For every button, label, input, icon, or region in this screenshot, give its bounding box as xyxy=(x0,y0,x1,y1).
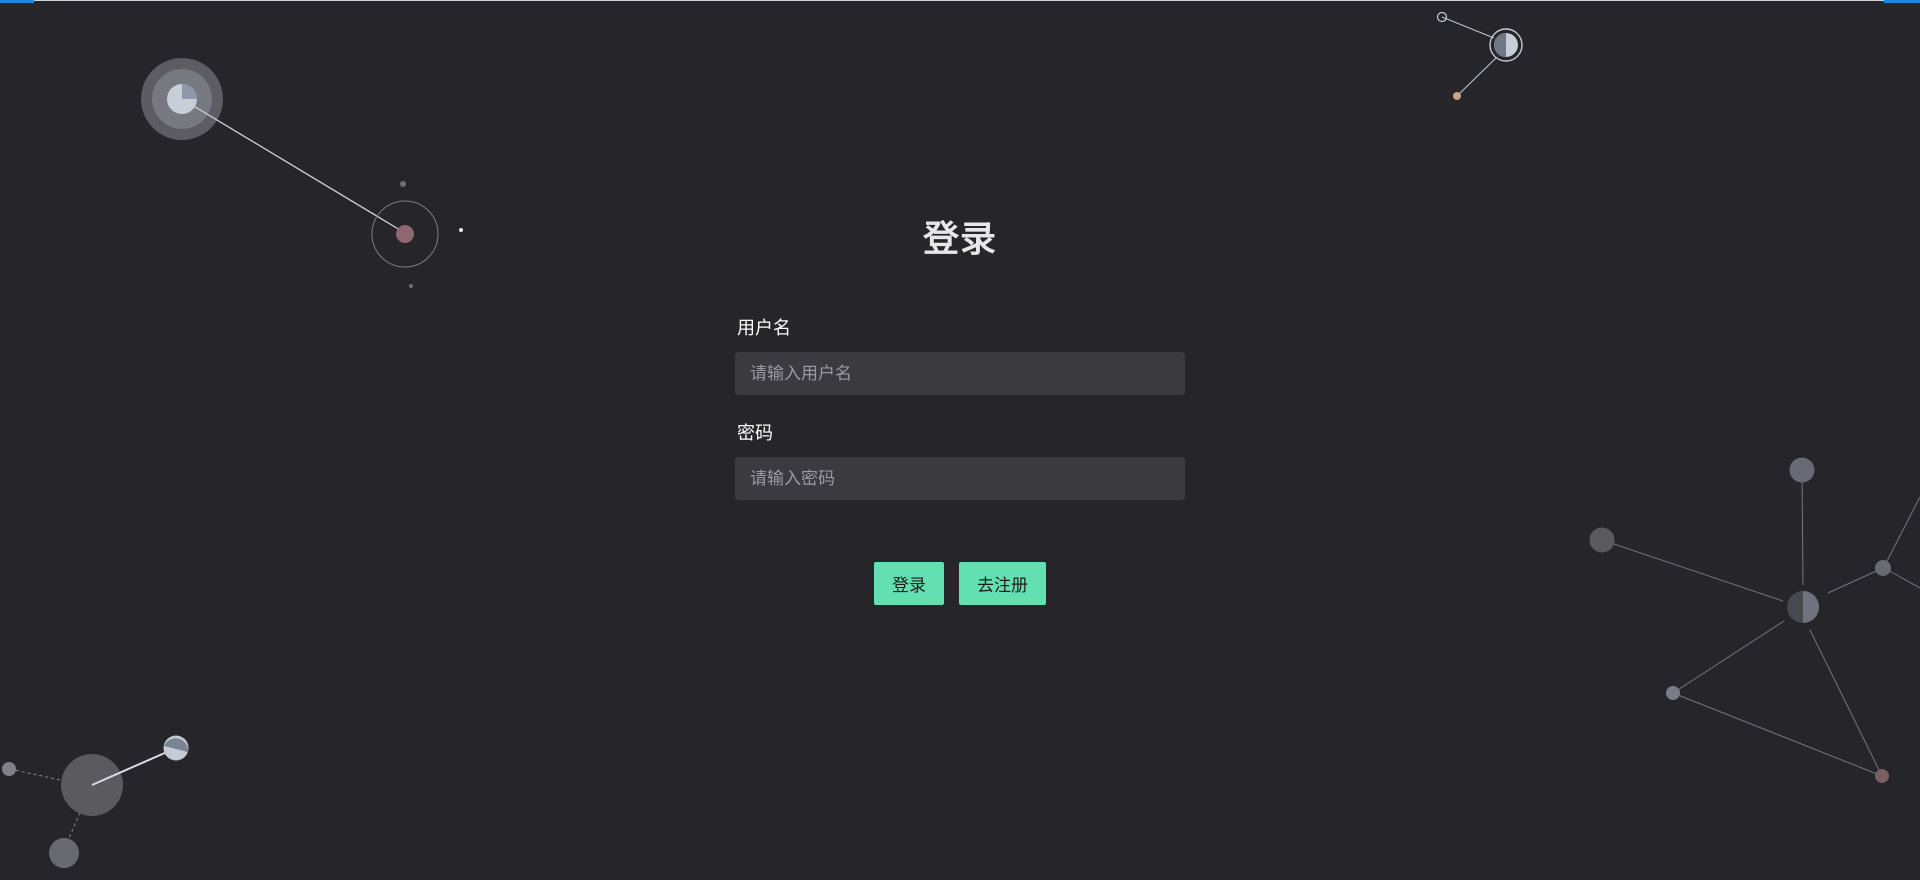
login-page: 登录 用户名 密码 登录 去注册 xyxy=(0,0,1920,880)
left-node xyxy=(1589,527,1615,553)
connector-line xyxy=(1672,620,1785,694)
tiny-white-node xyxy=(459,228,463,232)
tiny-node-lower xyxy=(409,284,413,288)
login-button[interactable]: 登录 xyxy=(874,562,944,605)
connector-line xyxy=(1601,539,1784,602)
tan-node xyxy=(1453,92,1461,100)
connector-line xyxy=(1801,469,1804,586)
lower-node xyxy=(49,838,79,868)
connector-line xyxy=(1827,567,1884,594)
connector-line xyxy=(1672,692,1883,777)
password-label: 密码 xyxy=(737,423,773,444)
upper-node xyxy=(1789,457,1815,483)
bottom-left-node-cluster xyxy=(2,735,189,868)
lower-left-node xyxy=(1666,686,1680,700)
connector-line xyxy=(1809,629,1883,777)
small-red-node xyxy=(396,225,414,243)
connector-line xyxy=(1441,16,1495,39)
bottom-right-node-cluster xyxy=(1589,457,1920,783)
connector-line xyxy=(1456,57,1497,97)
login-form: 登录 用户名 密码 登录 去注册 xyxy=(735,210,1185,605)
username-input[interactable] xyxy=(735,352,1185,395)
dashed-connector xyxy=(9,768,66,782)
page-title: 登录 xyxy=(922,219,997,260)
ringed-node-slice xyxy=(1494,33,1506,57)
lower-red-node xyxy=(1875,769,1889,783)
small-side-node xyxy=(2,762,16,776)
right-node xyxy=(1875,560,1891,576)
connector-line xyxy=(1885,496,1920,564)
top-right-node-cluster xyxy=(1436,11,1523,100)
tiny-node xyxy=(400,181,406,187)
register-button[interactable]: 去注册 xyxy=(959,562,1046,605)
hub-node-slice xyxy=(1803,591,1819,623)
connector-line xyxy=(181,98,406,234)
password-input[interactable] xyxy=(735,457,1185,500)
background-network-graphic xyxy=(2,11,1920,868)
username-label: 用户名 xyxy=(737,318,791,339)
top-left-node-cluster xyxy=(141,58,463,288)
